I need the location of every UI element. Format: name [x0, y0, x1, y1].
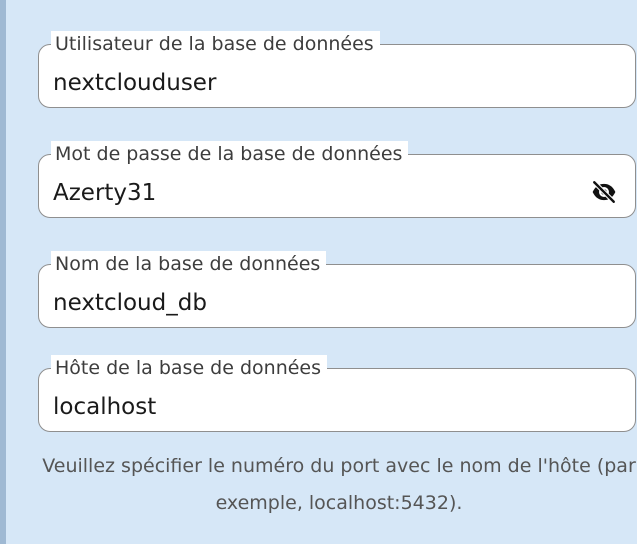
db-user-input[interactable] — [53, 65, 575, 101]
db-host-input[interactable] — [53, 389, 575, 425]
eye-slash-icon-svg — [591, 179, 617, 205]
db-password-label: Mot de passe de la base de données — [51, 141, 409, 167]
db-name-label: Nom de la base de données — [51, 251, 327, 277]
db-user-label: Utilisateur de la base de données — [51, 31, 380, 57]
database-config-panel: Utilisateur de la base de données Mot de… — [6, 0, 637, 544]
db-host-help-text: Veuillez spécifier le numéro du port ave… — [42, 455, 636, 514]
db-host-label: Hôte de la base de données — [51, 355, 328, 381]
eye-slash-icon[interactable] — [589, 177, 619, 207]
db-password-field[interactable]: Mot de passe de la base de données — [38, 141, 636, 218]
db-host-field[interactable]: Hôte de la base de données — [38, 355, 636, 432]
db-name-input[interactable] — [53, 285, 575, 321]
db-password-input[interactable] — [53, 175, 575, 211]
db-user-field[interactable]: Utilisateur de la base de données — [38, 31, 636, 108]
db-name-field[interactable]: Nom de la base de données — [38, 251, 636, 328]
